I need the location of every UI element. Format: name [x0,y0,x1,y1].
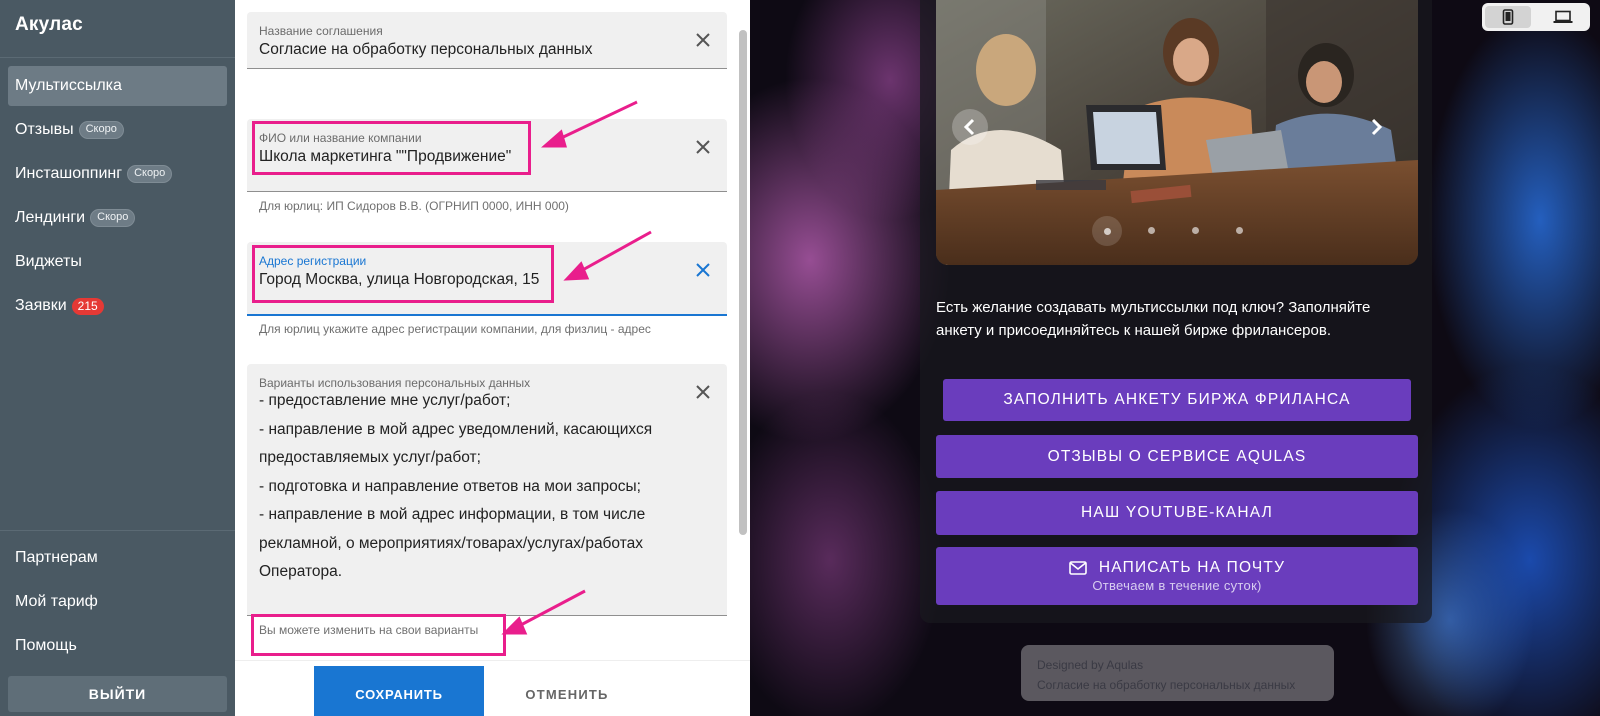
sidebar-item-label: Лендинги [15,209,86,226]
sidebar-bottom-nav: Партнерам Мой тариф Помощь [8,538,227,670]
desktop-view-button[interactable] [1540,6,1586,28]
sidebar-item-reviews[interactable]: Отзывы Скоро [8,110,227,150]
close-icon[interactable] [693,382,713,402]
close-icon[interactable] [693,260,713,280]
company-helper-text: Для юрлиц: ИП Сидоров В.В. (ОГРНИП 0000,… [259,199,569,213]
sidebar-item-label: Отзывы [15,121,74,138]
button-label: ЗАПОЛНИТЬ АНКЕТУ БИРЖА ФРИЛАНСА [1003,391,1351,408]
close-icon[interactable] [693,30,713,50]
sidebar-item-requests[interactable]: Заявки 215 [8,286,227,326]
sidebar-item-multilink[interactable]: Мультиссылка [8,66,227,106]
sidebar-item-label: Мультиссылка [15,77,122,94]
mobile-view-button[interactable] [1485,6,1531,28]
save-button[interactable]: СОХРАНИТЬ [314,666,484,716]
mobile-preview: Есть желание создавать мультиссылки под … [750,0,1600,716]
carousel-dot[interactable] [1236,227,1243,234]
email-button-title: НАПИСАТЬ НА ПОЧТУ [1069,559,1285,577]
phone-icon [1502,9,1514,25]
soon-badge: Скоро [90,209,136,227]
data-usage-textarea[interactable]: Варианты использования персональных данн… [247,364,727,616]
promo-text: Есть желание создавать мультиссылки под … [936,299,1371,339]
textarea-line: - направление в мой адрес уведомлений, к… [259,420,653,438]
chevron-left-icon [963,118,975,136]
sidebar-nav: Мультиссылка Отзывы Скоро Инсташоппинг С… [8,66,227,330]
sidebar-item-label: Виджеты [15,253,82,270]
sidebar-item-help[interactable]: Помощь [8,626,227,666]
form-footer: СОХРАНИТЬ ОТМЕНИТЬ [235,660,750,716]
brand-title: Акулас [15,14,83,35]
freelance-form-button[interactable]: ЗАПОЛНИТЬ АНКЕТУ БИРЖА ФРИЛАНСА [943,379,1411,421]
sidebar-divider [0,57,235,58]
logout-button[interactable]: ВЫЙТИ [8,676,227,712]
sidebar-divider [0,530,235,531]
button-label: ОТЗЫВЫ О СЕРВИСЕ AQULAS [1047,447,1307,465]
chevron-right-icon [1371,118,1383,136]
highlight-box [252,121,531,175]
reviews-button[interactable]: ОТЗЫВЫ О СЕРВИСЕ AQULAS [936,435,1418,478]
email-button[interactable]: НАПИСАТЬ НА ПОЧТУ Отвечаем в течение сут… [936,547,1418,605]
sidebar-item-label: Помощь [15,637,77,654]
button-label: НАПИСАТЬ НА ПОЧТУ [1098,559,1286,576]
button-label: НАШ YOUTUBE-КАНАЛ [1081,504,1273,521]
soon-badge: Скоро [127,165,173,183]
carousel-dot[interactable] [1192,227,1199,234]
highlight-box [251,614,506,656]
youtube-button[interactable]: НАШ YOUTUBE-КАНАЛ [936,491,1418,535]
sidebar-item-label: Мой тариф [15,593,98,610]
sidebar-item-tariff[interactable]: Мой тариф [8,582,227,622]
address-helper-text: Для юрлиц укажите адрес регистрации комп… [259,322,651,336]
agreement-link[interactable]: Согласие на обработку персональных данны… [1037,678,1295,692]
button-sublabel: Отвечаем в течение суток) [1092,578,1262,593]
carousel-dot[interactable] [1148,227,1155,234]
device-toggle [1482,3,1590,31]
textarea-line: предоставляемых услуг/работ; [259,449,481,466]
highlight-box [252,245,554,303]
textarea-line: - предоставление мне услуг/работ; [259,392,511,409]
designed-by-footer: Designed by Aqulas Согласие на обработку… [1021,645,1334,701]
laptop-icon [1553,10,1573,23]
carousel-next-button[interactable] [1358,109,1394,145]
textarea-line: рекламной, о мероприятиях/товарах/услуга… [259,534,644,552]
sidebar-item-widgets[interactable]: Виджеты [8,242,227,282]
sidebar-item-label: Заявки [15,297,67,314]
carousel-prev-button[interactable] [952,109,988,145]
carousel-dot[interactable] [1092,216,1122,246]
textarea-line: - подготовка и направление ответов на мо… [259,477,641,495]
carousel-image [936,0,1418,265]
soon-badge: Скоро [78,121,124,139]
image-carousel[interactable] [936,0,1418,265]
textarea-line: - направление в мой адрес информации, в … [259,506,646,523]
field-value: Согласие на обработку персональных данны… [259,41,593,58]
sidebar-item-label: Партнерам [15,549,98,566]
sidebar-item-instashopping[interactable]: Инсташоппинг Скоро [8,154,227,194]
sidebar: Акулас Мультиссылка Отзывы Скоро Инсташо… [0,0,235,716]
designed-by-text: Designed by Aqulas [1037,658,1144,672]
textarea-content: - предоставление мне услуг/работ; - напр… [259,387,689,587]
sidebar-item-landings[interactable]: Лендинги Скоро [8,198,227,238]
close-icon[interactable] [693,137,713,157]
field-label: Название соглашения [259,24,383,38]
sidebar-item-label: Инсташоппинг [15,165,123,182]
requests-count-badge: 215 [71,297,104,315]
textarea-line: Оператора. [259,563,343,580]
cancel-button[interactable]: ОТМЕНИТЬ [497,666,637,716]
agreement-name-field[interactable]: Название соглашения Согласие на обработк… [247,12,727,69]
form-scrollbar[interactable] [739,30,747,535]
agreement-form-panel: Название соглашения Согласие на обработк… [235,0,750,716]
mail-icon [1069,561,1087,575]
sidebar-item-partners[interactable]: Партнерам [8,538,227,578]
